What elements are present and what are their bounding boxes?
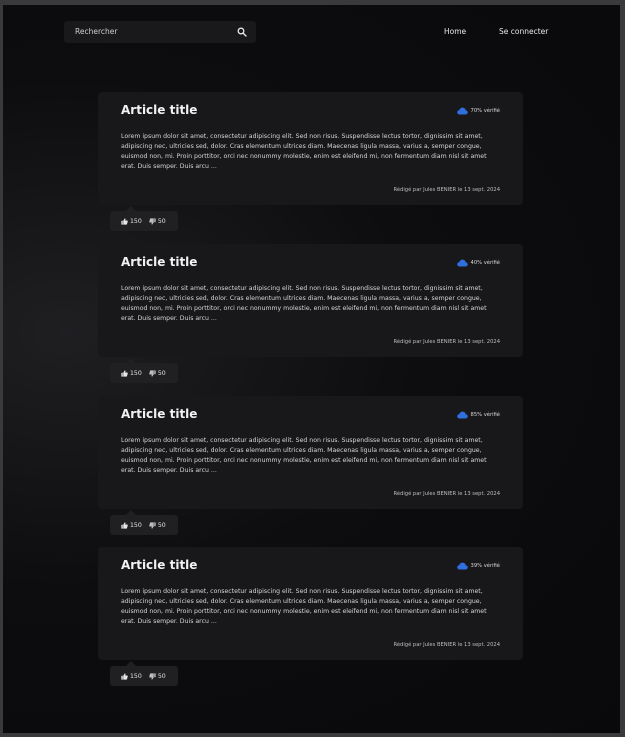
verified-badge: 85% vérifié (456, 409, 500, 421)
article-excerpt: Lorem ipsum dolor sit amet, consectetur … (121, 133, 487, 171)
verified-badge: 40% vérifié (456, 257, 500, 269)
thumbs-up-icon (121, 217, 128, 225)
vote-bar: 150 50 (110, 206, 178, 231)
cloud-icon (456, 562, 468, 570)
nav-home-link[interactable]: Home (444, 21, 466, 43)
article-title[interactable]: Article title (121, 407, 197, 421)
article-title[interactable]: Article title (121, 558, 197, 572)
article-excerpt: Lorem ipsum dolor sit amet, consectetur … (121, 588, 487, 626)
like-button[interactable]: 150 (121, 370, 142, 377)
vote-bar: 150 50 (110, 661, 178, 686)
article-card[interactable]: Article title 85% vérifié Lorem ipsum do… (98, 396, 523, 509)
verified-percent: 40% vérifié (470, 260, 500, 266)
article-card[interactable]: Article title 70% vérifié Lorem ipsum do… (98, 92, 523, 205)
search-input[interactable]: Rechercher (75, 21, 117, 43)
dislike-button[interactable]: 50 (149, 370, 166, 377)
like-button[interactable]: 150 (121, 218, 142, 225)
thumbs-up-icon (121, 369, 128, 377)
article-title[interactable]: Article title (121, 255, 197, 269)
dislike-button[interactable]: 50 (149, 522, 166, 529)
article-excerpt: Lorem ipsum dolor sit amet, consectetur … (121, 285, 487, 323)
dislike-count: 50 (157, 521, 166, 529)
article-author-date: Rédigé par Jules BENIER le 13 sept. 2024 (393, 187, 500, 193)
search-bar[interactable]: Rechercher (64, 21, 256, 43)
thumbs-down-icon (149, 521, 156, 529)
thumbs-down-icon (149, 672, 156, 680)
like-count: 150 (130, 217, 142, 225)
thumbs-down-icon (149, 369, 156, 377)
dislike-count: 50 (157, 369, 166, 377)
like-button[interactable]: 150 (121, 522, 142, 529)
article-card[interactable]: Article title 39% vérifié Lorem ipsum do… (98, 547, 523, 660)
article-author-date: Rédigé par Jules BENIER le 13 sept. 2024 (393, 491, 500, 497)
like-count: 150 (130, 369, 142, 377)
dislike-button[interactable]: 50 (149, 673, 166, 680)
vote-bar: 150 50 (110, 358, 178, 383)
verified-badge: 70% vérifié (456, 105, 500, 117)
verified-percent: 70% vérifié (470, 108, 500, 114)
search-icon[interactable] (237, 27, 247, 37)
like-count: 150 (130, 521, 142, 529)
verified-badge: 39% vérifié (456, 560, 500, 572)
thumbs-down-icon (149, 217, 156, 225)
page: Rechercher Home Se connecter Article tit… (3, 5, 620, 733)
dislike-button[interactable]: 50 (149, 218, 166, 225)
article-excerpt: Lorem ipsum dolor sit amet, consectetur … (121, 437, 487, 475)
like-button[interactable]: 150 (121, 673, 142, 680)
cloud-icon (456, 107, 468, 115)
like-count: 150 (130, 672, 142, 680)
article-title[interactable]: Article title (121, 103, 197, 117)
nav-login-link[interactable]: Se connecter (499, 21, 548, 43)
article-author-date: Rédigé par Jules BENIER le 13 sept. 2024 (393, 642, 500, 648)
vote-bar: 150 50 (110, 510, 178, 535)
verified-percent: 39% vérifié (470, 563, 500, 569)
verified-percent: 85% vérifié (470, 412, 500, 418)
cloud-icon (456, 259, 468, 267)
dislike-count: 50 (157, 217, 166, 225)
thumbs-up-icon (121, 672, 128, 680)
dislike-count: 50 (157, 672, 166, 680)
cloud-icon (456, 411, 468, 419)
article-author-date: Rédigé par Jules BENIER le 13 sept. 2024 (393, 339, 500, 345)
thumbs-up-icon (121, 521, 128, 529)
article-card[interactable]: Article title 40% vérifié Lorem ipsum do… (98, 244, 523, 357)
